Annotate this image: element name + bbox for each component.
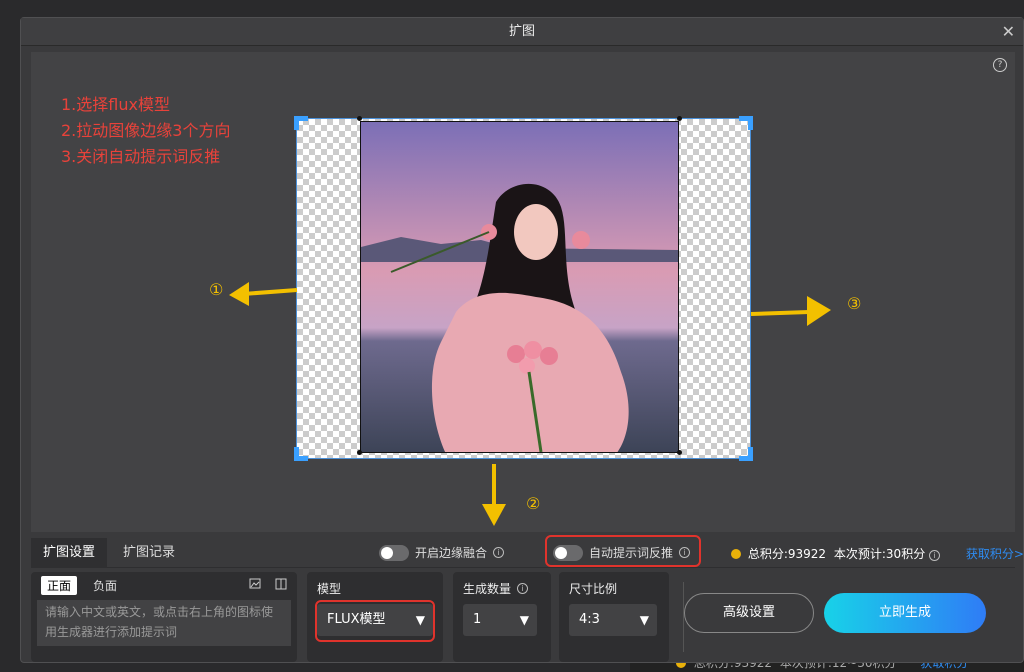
resize-handle-bottom-right[interactable] (739, 447, 753, 461)
arrow-right-icon (750, 296, 831, 326)
arrow-label-bottom: ② (526, 494, 541, 513)
highlight-model-select (315, 600, 435, 642)
arrow-label-right: ③ (847, 294, 862, 313)
ratio-panel: 尺寸比例 4:3 ▼ (559, 572, 669, 662)
outpaint-dialog: 扩图 ✕ ? 1.选择flux模型 2.拉动图像边缘3个方向 3.关闭自动提示词… (20, 17, 1024, 663)
image-icon[interactable] (249, 578, 261, 590)
info-icon[interactable]: i (517, 583, 529, 594)
prompt-tabs: 正面 负面 (31, 572, 297, 596)
edge-blend-label: 开启边缘融合 (415, 546, 488, 560)
chevron-down-icon: ▼ (519, 613, 529, 627)
arrow-down-icon (482, 464, 506, 526)
total-points: 总积分:93922 (747, 547, 827, 561)
count-label-text: 生成数量 (463, 582, 512, 596)
edge-blend-toggle-row: 开启边缘融合 i (379, 544, 505, 561)
photo-anchor-dot (677, 450, 682, 455)
count-select[interactable]: 1 ▼ (463, 604, 537, 636)
ratio-select-value: 4:3 (579, 612, 600, 627)
tab-negative-prompt[interactable]: 负面 (87, 576, 123, 595)
ratio-label-text: 尺寸比例 (569, 582, 618, 596)
advanced-settings-button[interactable]: 高级设置 (684, 593, 814, 633)
close-icon[interactable]: ✕ (1002, 18, 1015, 46)
source-photo (360, 121, 679, 453)
generate-now-button[interactable]: 立即生成 (824, 593, 986, 633)
count-panel: 生成数量 i 1 ▼ (453, 572, 551, 662)
estimate-points: 本次预计:30积分 (833, 547, 926, 561)
model-panel: 模型 FLUX模型 ▼ (307, 572, 443, 662)
book-icon[interactable] (275, 578, 287, 590)
photo-anchor-dot (677, 116, 682, 121)
prompt-panel: 正面 负面 请输入中文或英文，或点击右上角的图标使用生成器进行添加提示词 (31, 572, 297, 662)
info-icon[interactable]: i (493, 547, 505, 558)
instructions: 1.选择flux模型 2.拉动图像边缘3个方向 3.关闭自动提示词反推 (61, 92, 230, 170)
arrow-left-icon (229, 282, 298, 306)
arrow-label-left: ① (209, 280, 224, 299)
model-label-text: 模型 (317, 582, 342, 596)
dialog-title: 扩图 (508, 24, 535, 39)
tab-outpaint-history[interactable]: 扩图记录 (111, 538, 187, 568)
points-summary: 总积分:93922 本次预计:30积分 i 获取积分>> (731, 545, 1024, 562)
get-points-link[interactable]: 获取积分>> (966, 547, 1024, 561)
model-label: 模型 (317, 580, 341, 597)
instruction-2: 2.拉动图像边缘3个方向 (61, 121, 231, 140)
ratio-select[interactable]: 4:3 ▼ (569, 604, 657, 636)
photo-anchor-dot (357, 116, 362, 121)
instruction-3: 3.关闭自动提示词反推 (61, 147, 221, 166)
photo-anchor-dot (357, 450, 362, 455)
info-icon[interactable]: i (929, 550, 941, 561)
count-select-value: 1 (473, 612, 482, 627)
resize-handle-bottom-left[interactable] (294, 447, 308, 461)
outpaint-frame[interactable] (294, 116, 753, 461)
settings-tab-bar: 扩图设置 扩图记录 开启边缘融合 i 自动提示词反推 i 总积分:93922 本… (31, 535, 1024, 568)
resize-handle-top-right[interactable] (739, 116, 753, 130)
chevron-down-icon: ▼ (639, 613, 649, 627)
count-label: 生成数量 i (463, 580, 529, 597)
dialog-titlebar: 扩图 ✕ (21, 18, 1023, 46)
highlight-auto-prompt (545, 535, 701, 567)
help-icon[interactable]: ? (993, 58, 1007, 72)
coin-icon (731, 549, 741, 559)
prompt-input[interactable]: 请输入中文或英文，或点击右上角的图标使用生成器进行添加提示词 (37, 600, 291, 646)
tab-positive-prompt[interactable]: 正面 (41, 576, 78, 595)
resize-handle-top-left[interactable] (294, 116, 308, 130)
edge-blend-toggle[interactable] (379, 544, 409, 561)
photo-illustration (361, 122, 678, 452)
ratio-label: 尺寸比例 (569, 580, 617, 597)
instruction-1: 1.选择flux模型 (61, 95, 170, 114)
outpaint-canvas: ? 1.选择flux模型 2.拉动图像边缘3个方向 3.关闭自动提示词反推 ① … (31, 52, 1015, 532)
tab-outpaint-settings[interactable]: 扩图设置 (31, 538, 108, 568)
